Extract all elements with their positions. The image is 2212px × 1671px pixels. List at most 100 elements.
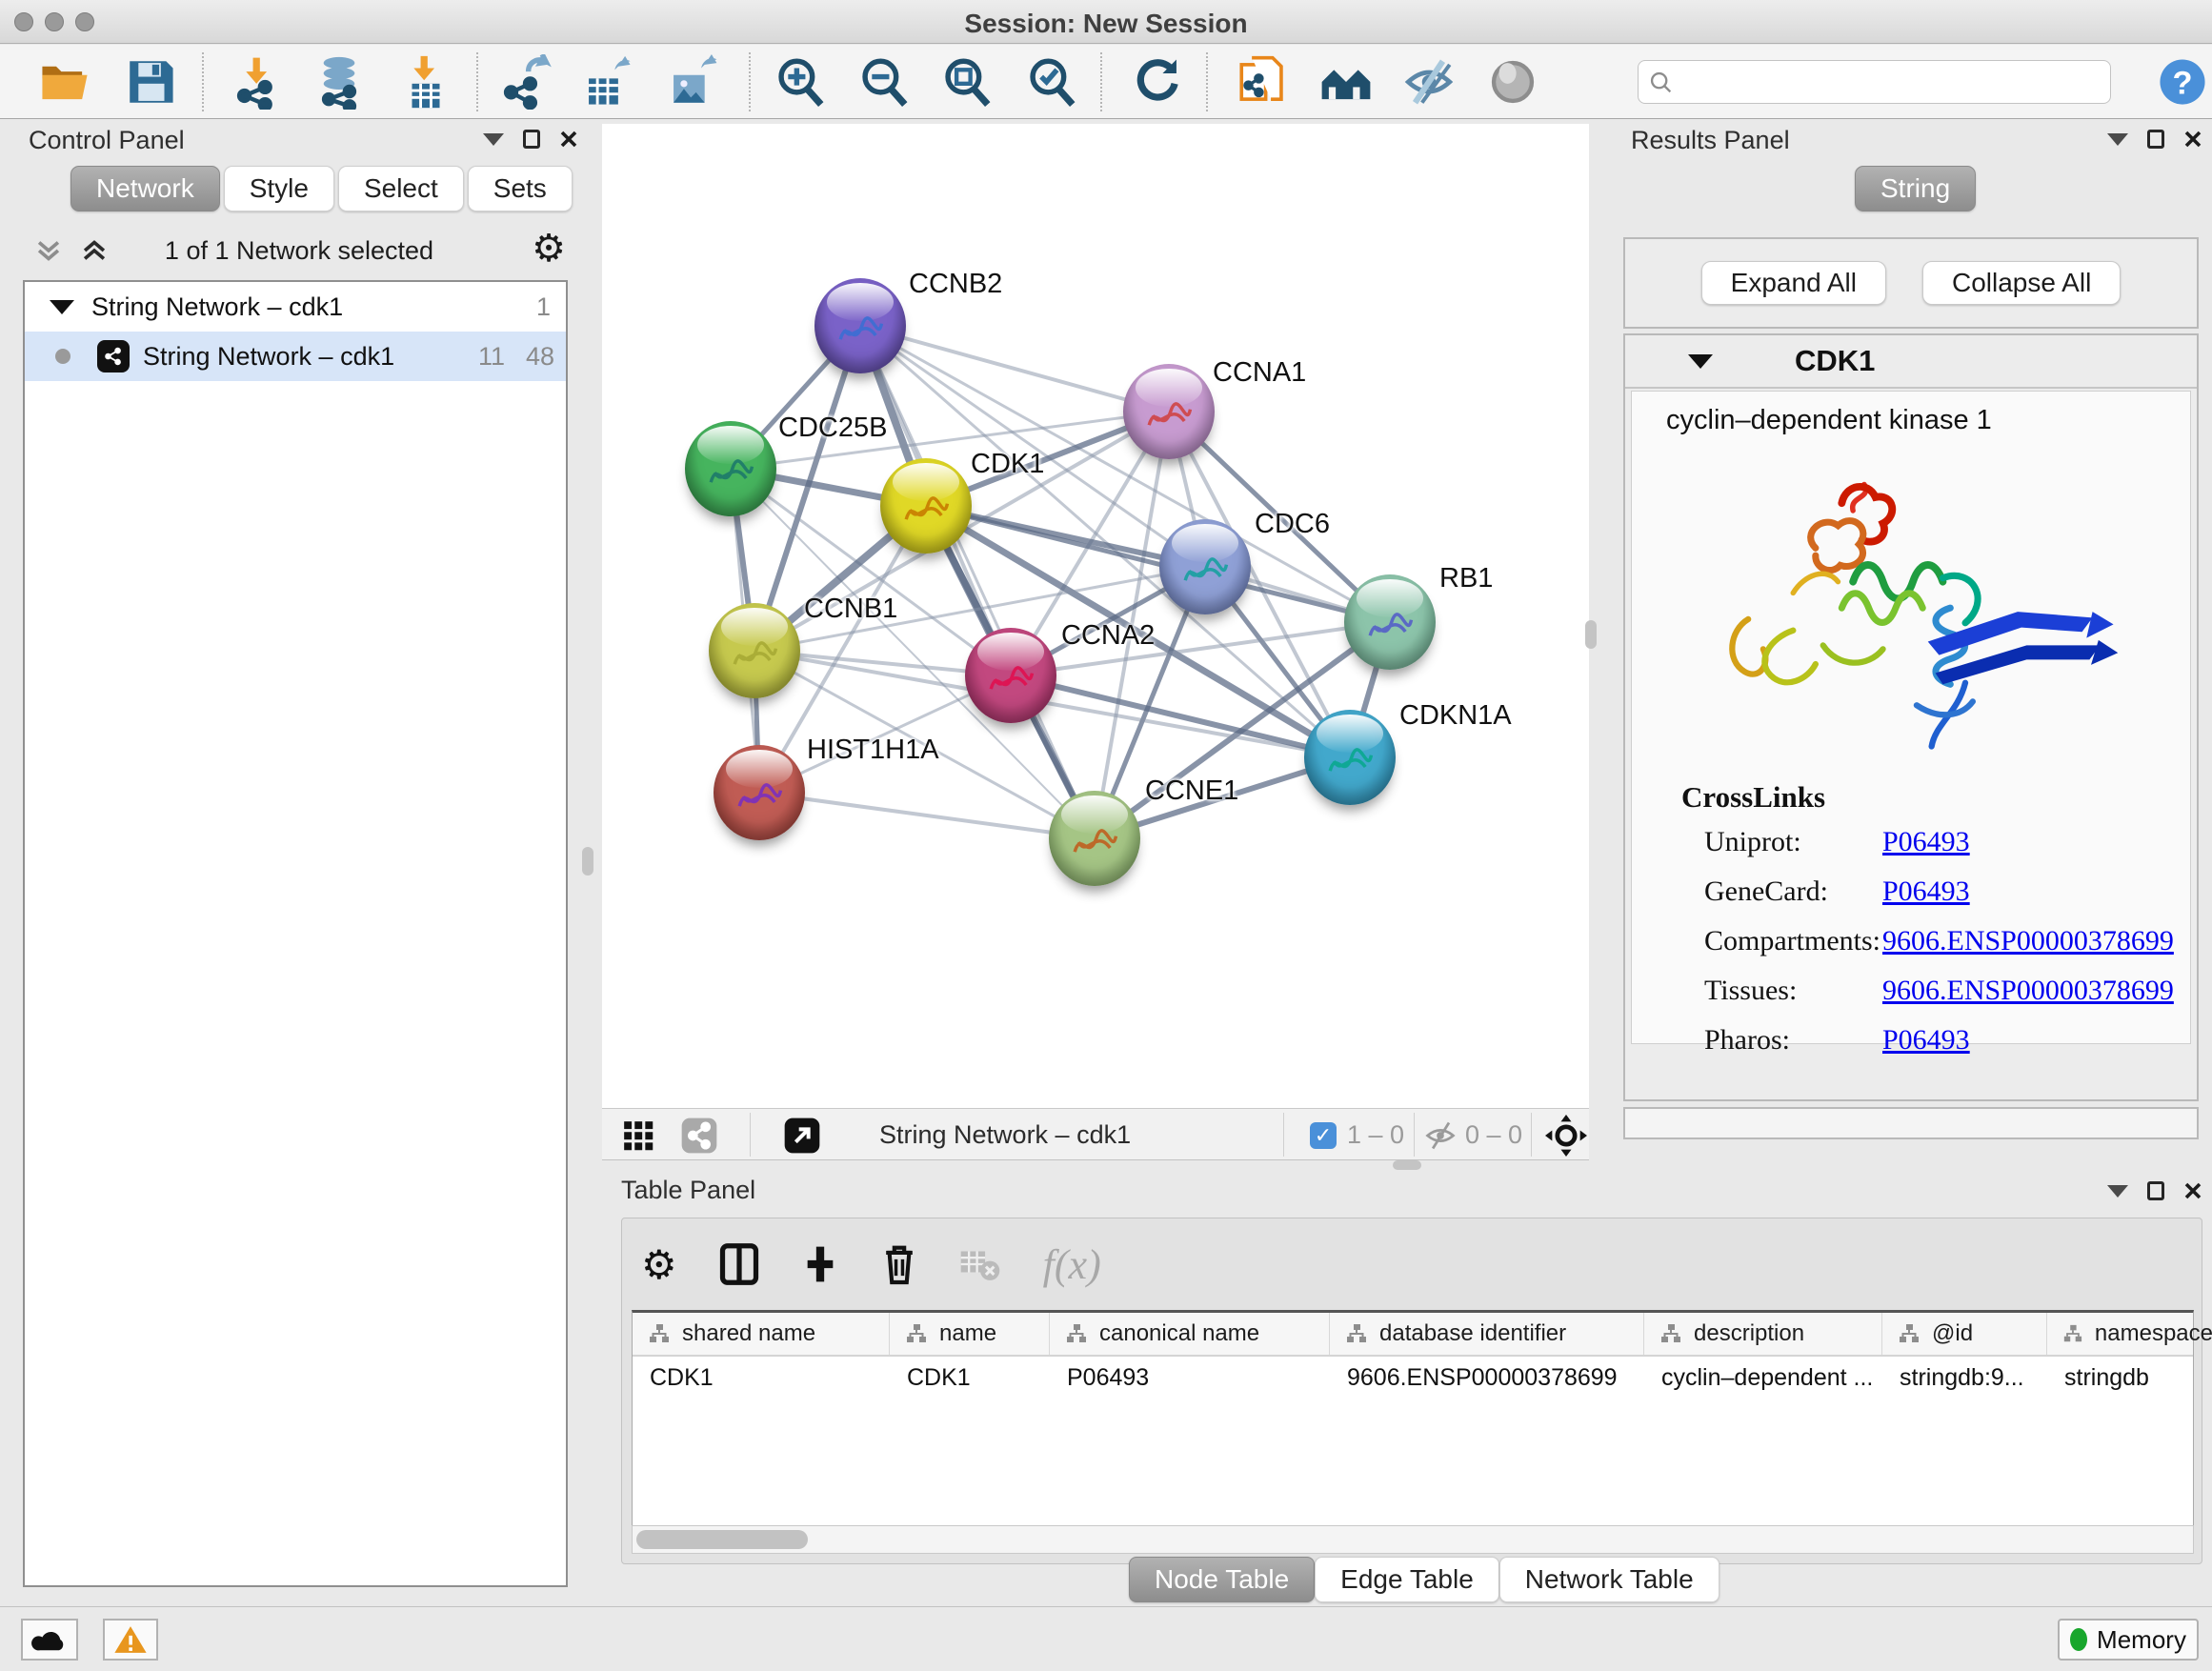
- crosslink-label: GeneCard:: [1704, 876, 1828, 908]
- sphere-icon[interactable]: [1485, 54, 1540, 110]
- panel-close-icon[interactable]: [2183, 130, 2202, 149]
- tab-sets[interactable]: Sets: [468, 166, 573, 211]
- collapse-triangle-icon[interactable]: [1688, 354, 1713, 369]
- tab-style[interactable]: Style: [224, 166, 334, 211]
- network-node-ccna2[interactable]: [965, 628, 1056, 723]
- network-node-cdc25b[interactable]: [685, 421, 776, 516]
- panel-close-icon[interactable]: [2183, 1181, 2202, 1200]
- network-node-cdkn1a[interactable]: [1304, 710, 1396, 805]
- expand-all-button[interactable]: Expand All: [1701, 261, 1886, 305]
- status-bar: Memory: [0, 1606, 2212, 1671]
- crosslink-row: Uniprot:P06493: [1632, 815, 2190, 864]
- tab-string[interactable]: String: [1855, 166, 1976, 211]
- collapse-all-button[interactable]: Collapse All: [1922, 261, 2121, 305]
- open-in-new-icon[interactable]: [783, 1117, 821, 1155]
- collapse-triangle-icon[interactable]: [50, 300, 74, 314]
- table-hscrollbar[interactable]: [632, 1525, 2194, 1554]
- birds-eye-grid-icon[interactable]: [621, 1118, 657, 1155]
- search-input[interactable]: [1682, 63, 2101, 101]
- panel-menu-icon[interactable]: [483, 133, 504, 146]
- houses-icon[interactable]: [1318, 54, 1374, 110]
- fit-crosshair-icon[interactable]: [1545, 1115, 1587, 1157]
- table-header-row: shared namenamecanonical namedatabase id…: [633, 1313, 2193, 1357]
- network-list: String Network – cdk1 1 String Network –…: [23, 280, 568, 1587]
- memory-status-dot: [2070, 1628, 2087, 1651]
- right-splitter-grip[interactable]: [1585, 620, 1597, 649]
- help-icon[interactable]: ?: [2155, 54, 2210, 110]
- scrollbar-thumb[interactable]: [636, 1530, 808, 1549]
- tab-network[interactable]: Network: [70, 166, 220, 211]
- zoom-out-icon[interactable]: [856, 54, 912, 110]
- import-table-icon[interactable]: [398, 54, 453, 110]
- network-node-ccna1[interactable]: [1123, 364, 1215, 459]
- column-header-name[interactable]: name: [890, 1313, 1050, 1355]
- delete-column-icon[interactable]: [881, 1242, 917, 1286]
- column-header-namespace[interactable]: namespace: [2047, 1313, 2212, 1355]
- panel-float-icon[interactable]: [2147, 1181, 2164, 1200]
- node-label-cdk1: CDK1: [971, 449, 1044, 480]
- tab-node-table[interactable]: Node Table: [1129, 1557, 1315, 1602]
- network-node-rb1[interactable]: [1344, 574, 1436, 670]
- network-node-hist1h1a[interactable]: [714, 745, 805, 840]
- network-canvas[interactable]: CCNB2CCNA1CDC25BCDK1CDC6RB1CCNB1CCNA2CDK…: [602, 124, 1589, 1108]
- memory-button[interactable]: Memory: [2058, 1619, 2199, 1661]
- results-scroll-strip: [1623, 1107, 2199, 1139]
- network-node-cdc6[interactable]: [1159, 519, 1251, 614]
- crosslink-link[interactable]: 9606.ENSP00000378699: [1882, 975, 2174, 1007]
- crosslink-link[interactable]: 9606.ENSP00000378699: [1882, 925, 2174, 957]
- panel-float-icon[interactable]: [523, 130, 540, 149]
- column-header-id[interactable]: @id: [1882, 1313, 2047, 1355]
- open-session-icon[interactable]: [37, 54, 92, 110]
- cloud-icon: [30, 1626, 69, 1653]
- column-header-description[interactable]: description: [1644, 1313, 1882, 1355]
- network-node-ccne1[interactable]: [1049, 791, 1140, 886]
- tab-network-table[interactable]: Network Table: [1499, 1557, 1719, 1602]
- panel-close-icon[interactable]: [559, 130, 578, 149]
- crosslink-link[interactable]: P06493: [1882, 826, 1970, 858]
- protein-header[interactable]: CDK1: [1625, 335, 2197, 389]
- columns-icon[interactable]: [719, 1242, 759, 1286]
- share-file-icon[interactable]: [1235, 54, 1290, 110]
- cloud-button[interactable]: [21, 1619, 78, 1661]
- left-splitter-grip[interactable]: [582, 847, 593, 876]
- crosslinks-heading: CrossLinks: [1681, 780, 2190, 815]
- network-collection-row[interactable]: String Network – cdk1 1: [25, 282, 566, 332]
- column-header-sharedname[interactable]: shared name: [633, 1313, 890, 1355]
- delete-table-icon[interactable]: [959, 1245, 1001, 1283]
- network-node-ccnb1[interactable]: [709, 603, 800, 698]
- toolbar-separator: [750, 1113, 751, 1157]
- import-network-file-icon[interactable]: [231, 54, 286, 110]
- tab-select[interactable]: Select: [338, 166, 464, 211]
- selected-checkbox-icon[interactable]: ✓: [1310, 1122, 1337, 1149]
- panel-float-icon[interactable]: [2147, 130, 2164, 149]
- table-gear-icon[interactable]: ⚙: [641, 1241, 677, 1288]
- table-row[interactable]: CDK1CDK1P064939606.ENSP00000378699cyclin…: [633, 1357, 2193, 1402]
- save-session-icon[interactable]: [123, 54, 178, 110]
- zoom-fit-icon[interactable]: [939, 54, 995, 110]
- warning-button[interactable]: [103, 1619, 158, 1661]
- network-node-ccnb2[interactable]: [814, 278, 906, 373]
- refresh-icon[interactable]: [1130, 54, 1185, 110]
- panel-menu-icon[interactable]: [2107, 133, 2128, 146]
- export-table-icon[interactable]: [580, 54, 635, 110]
- function-builder-icon[interactable]: f(x): [1043, 1240, 1101, 1289]
- gear-icon[interactable]: ⚙: [532, 227, 566, 271]
- control-panel-tabs: NetworkStyleSelectSets: [70, 166, 576, 211]
- column-header-databaseidentifier[interactable]: database identifier: [1330, 1313, 1644, 1355]
- network-node-cdk1[interactable]: [880, 458, 972, 554]
- tab-edge-table[interactable]: Edge Table: [1315, 1557, 1499, 1602]
- add-column-icon[interactable]: [801, 1243, 839, 1285]
- zoom-selected-icon[interactable]: [1024, 54, 1079, 110]
- collection-count: 1: [536, 292, 551, 322]
- column-header-canonicalname[interactable]: canonical name: [1050, 1313, 1330, 1355]
- zoom-in-icon[interactable]: [773, 54, 828, 110]
- export-network-icon[interactable]: [497, 54, 553, 110]
- export-image-icon[interactable]: [665, 54, 720, 110]
- hide-eye-icon[interactable]: [1401, 54, 1457, 110]
- string-toggle-icon[interactable]: [680, 1117, 718, 1155]
- panel-menu-icon[interactable]: [2107, 1185, 2128, 1198]
- crosslink-link[interactable]: P06493: [1882, 1024, 1970, 1057]
- network-row-selected[interactable]: String Network – cdk1 11 48: [25, 332, 566, 381]
- crosslink-link[interactable]: P06493: [1882, 876, 1970, 908]
- import-network-database-icon[interactable]: [312, 54, 367, 110]
